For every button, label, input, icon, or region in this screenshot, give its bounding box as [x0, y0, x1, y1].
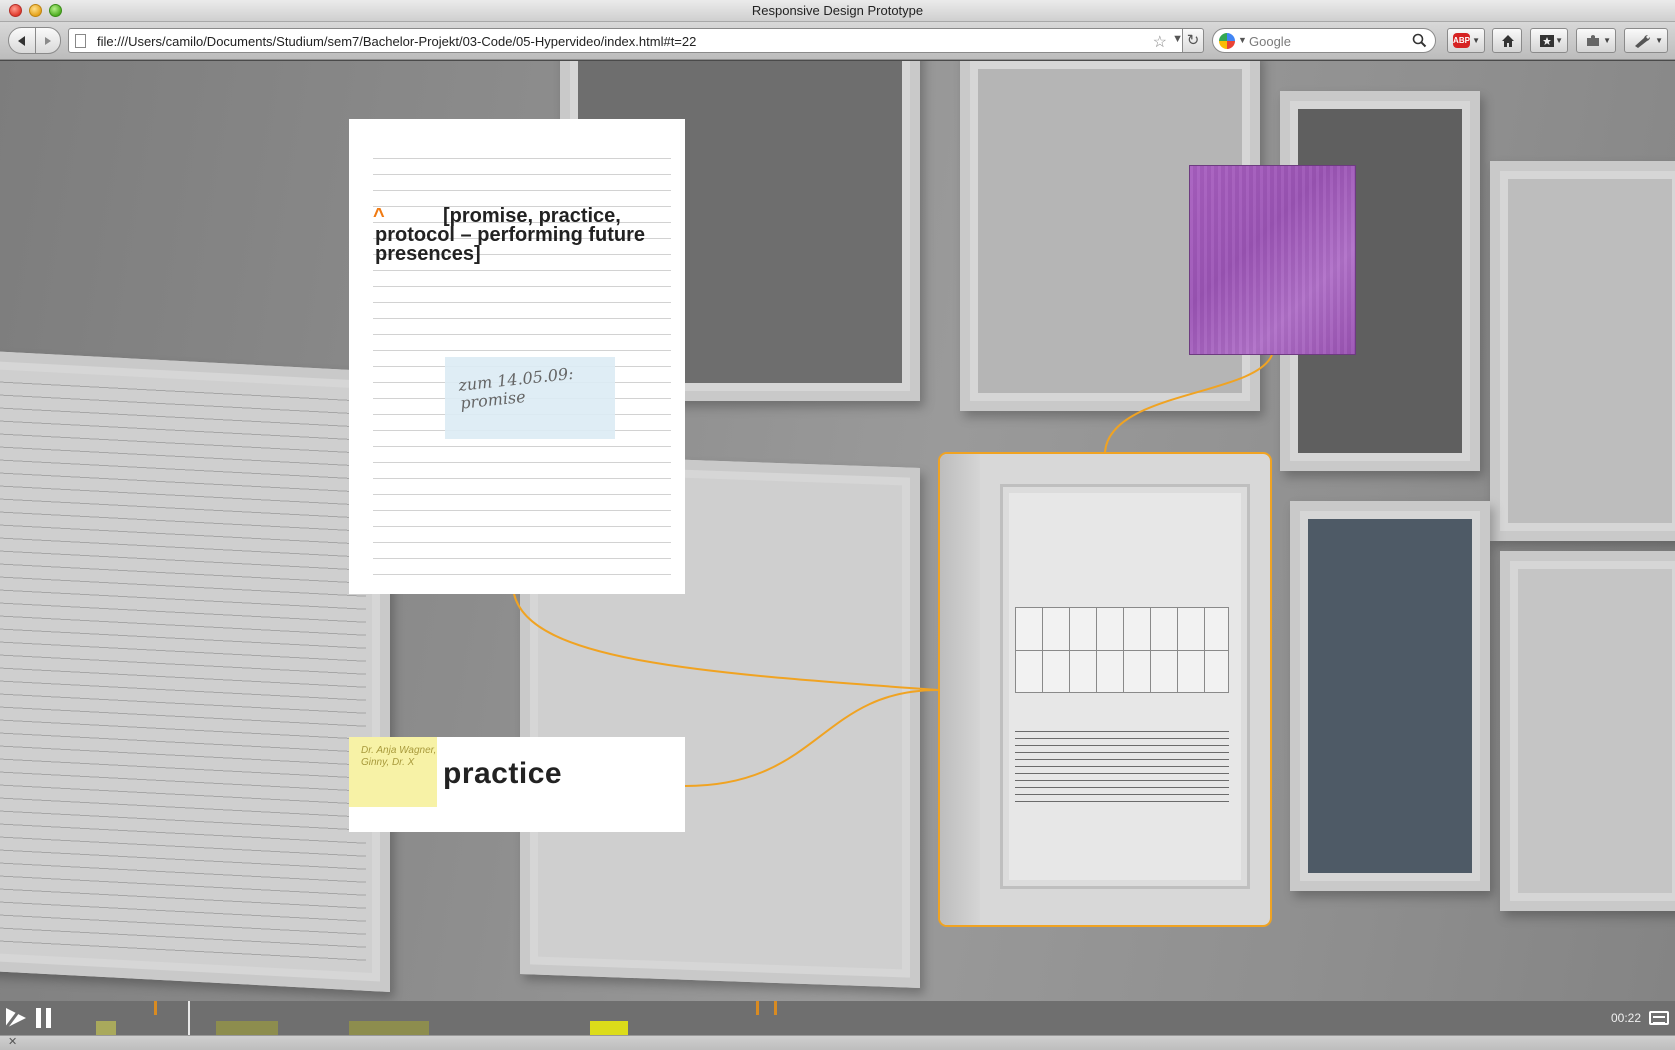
connector-line: [684, 689, 939, 787]
navigation-toolbar: file:///Users/camilo/Documents/Studium/s…: [0, 22, 1675, 60]
status-bar: ✕: [0, 1035, 1675, 1050]
google-engine-icon[interactable]: [1219, 33, 1235, 49]
timeline-segment[interactable]: [96, 1021, 116, 1035]
timeline-segment[interactable]: [590, 1021, 628, 1035]
current-time: 00:22: [1610, 1011, 1641, 1025]
hypervideo-player[interactable]: ^ [promise, practice, protocol – perform…: [0, 61, 1675, 1001]
tools-dropdown-icon: ▼: [1655, 36, 1663, 45]
timeline-marker[interactable]: [774, 1001, 777, 1015]
pause-icon[interactable]: [34, 1006, 54, 1030]
search-input[interactable]: Google: [1249, 34, 1291, 49]
captions-icon[interactable]: [1649, 1011, 1669, 1025]
sticky-note: Dr. Anja Wagner, Ginny, Dr. X: [349, 737, 437, 807]
url-text[interactable]: file:///Users/camilo/Documents/Studium/s…: [97, 34, 696, 49]
title-bar: Responsive Design Prototype: [0, 0, 1675, 22]
reload-icon: ↻: [1186, 32, 1200, 49]
document-text: [1015, 727, 1229, 807]
connector-lines: [513, 354, 1273, 787]
document-title: [promise, practice, protocol – performin…: [375, 205, 645, 265]
connector-line: [1104, 354, 1273, 453]
arrow-right-icon: [45, 36, 51, 45]
bookmark-star-icon[interactable]: ☆: [1153, 32, 1167, 52]
connector-line: [513, 593, 939, 691]
framed-document: [1000, 484, 1250, 889]
purple-book-annotation[interactable]: [1189, 165, 1356, 355]
wrench-icon: [1635, 35, 1650, 48]
back-button[interactable]: [8, 27, 36, 54]
adblock-dropdown-icon: ▼: [1472, 36, 1480, 45]
extension-button[interactable]: ▼: [1576, 28, 1616, 53]
adblock-button[interactable]: ABP ▼: [1447, 28, 1485, 53]
browser-window: Responsive Design Prototype file:///User…: [0, 0, 1675, 1050]
timeline-marker[interactable]: [756, 1001, 759, 1015]
engine-dropdown-icon[interactable]: ▼: [1238, 35, 1247, 45]
document-grid: [1015, 607, 1229, 693]
address-bar[interactable]: file:///Users/camilo/Documents/Studium/s…: [68, 28, 1192, 53]
document-annotation-card[interactable]: ^ [promise, practice, protocol – perform…: [349, 119, 685, 594]
practice-word: practice: [443, 757, 563, 790]
bookmarks-button[interactable]: ▼: [1530, 28, 1568, 53]
puzzle-icon: [1587, 35, 1599, 46]
window-title: Responsive Design Prototype: [751, 3, 924, 18]
play-icon[interactable]: [4, 1006, 28, 1030]
arrow-left-icon: [18, 35, 25, 46]
practice-annotation-card[interactable]: Dr. Anja Wagner, Ginny, Dr. X practice: [349, 737, 685, 832]
playhead[interactable]: [187, 1001, 190, 1035]
bookmarks-dropdown-icon: ▼: [1555, 36, 1563, 45]
home-button[interactable]: [1492, 28, 1522, 53]
close-find-bar-icon[interactable]: ✕: [8, 1035, 17, 1048]
home-icon: [1502, 35, 1514, 47]
highlighted-hotspot-frame[interactable]: [938, 452, 1272, 927]
timeline-segment[interactable]: [349, 1021, 429, 1035]
bookmarks-icon: [1540, 35, 1554, 47]
page-icon: [75, 34, 86, 48]
timeline-segment[interactable]: [216, 1021, 278, 1035]
search-bar[interactable]: ▼ Google: [1212, 28, 1436, 53]
reload-button[interactable]: ↻: [1182, 28, 1204, 53]
timeline-scrubber[interactable]: [66, 1001, 1606, 1035]
timeline-marker[interactable]: [154, 1001, 157, 1015]
search-icon[interactable]: [1412, 33, 1427, 48]
adblock-icon: ABP: [1453, 33, 1470, 48]
handwritten-note: zum 14.05.09: promise: [445, 357, 615, 439]
extension-dropdown-icon: ▼: [1603, 36, 1611, 45]
video-controls: 00:22: [0, 1001, 1675, 1035]
tools-button[interactable]: ▼: [1624, 28, 1668, 53]
forward-button[interactable]: [35, 27, 61, 54]
